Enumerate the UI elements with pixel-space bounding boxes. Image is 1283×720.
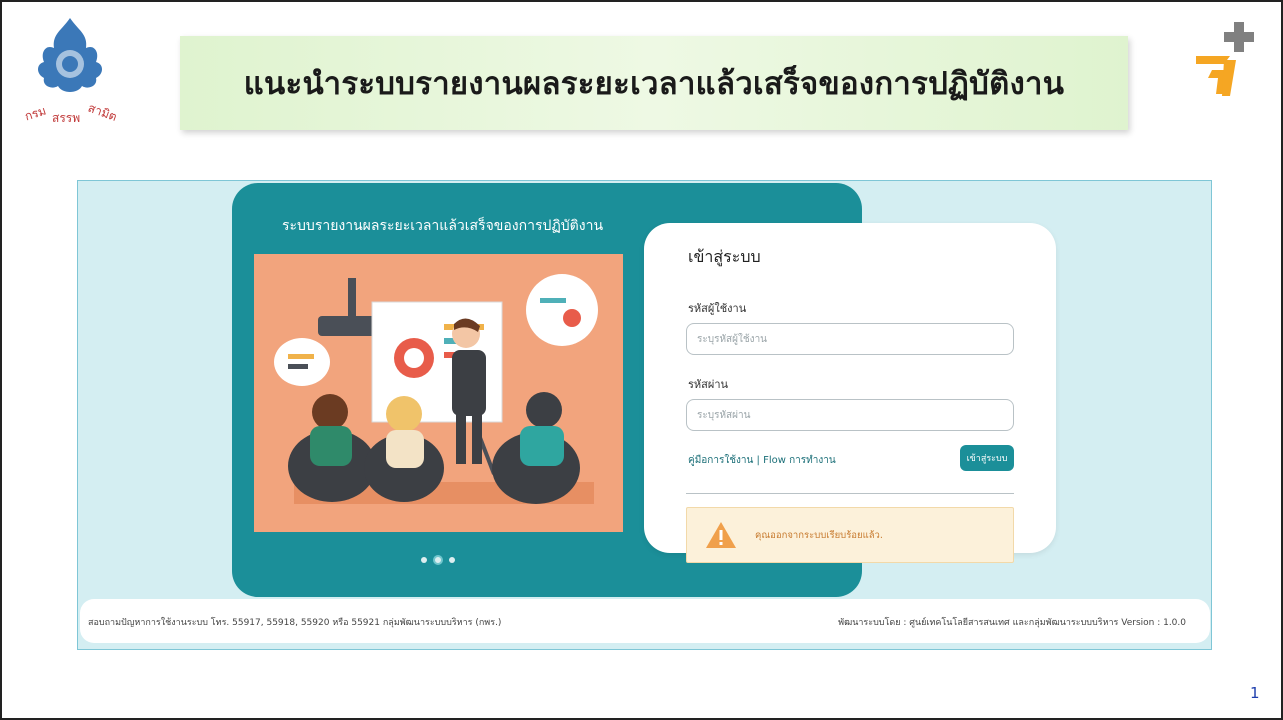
password-input[interactable] (686, 399, 1014, 431)
warning-icon (706, 522, 736, 548)
carousel-dot[interactable] (449, 557, 455, 563)
username-label: รหัสผู้ใช้งาน (688, 302, 747, 315)
svg-text:สามิต: สามิต (86, 101, 119, 124)
plus-brand-logo (1196, 22, 1254, 96)
user-manual-link[interactable]: คู่มือการใช้งาน (688, 455, 753, 466)
username-input[interactable] (686, 323, 1014, 355)
slide-title: แนะนำระบบรายงานผลระยะเวลาแล้วเสร็จของการ… (243, 66, 1065, 102)
carousel-indicator (421, 555, 455, 565)
excise-department-seal-logo: กรม สรรพ สามิต (23, 18, 119, 125)
help-links: คู่มือการใช้งาน | Flow การทำงาน (688, 453, 836, 468)
alert-message: คุณออกจากระบบเรียบร้อยแล้ว. (755, 530, 883, 541)
login-title: เข้าสู่ระบบ (688, 247, 761, 266)
login-card: เข้าสู่ระบบ รหัสผู้ใช้งาน รหัสผ่าน คู่มื… (644, 223, 1056, 553)
app-footer: สอบถามปัญหาการใช้งานระบบ โทร. 55917, 559… (80, 599, 1210, 643)
presentation-illustration (254, 254, 623, 532)
footer-version-text: พัฒนาระบบโดย : ศูนย์เทคโนโลยีสารสนเทศ แล… (838, 618, 1186, 628)
app-screenshot: ระบบรายงานผลระยะเวลาแล้วเสร็จของการปฏิบั… (77, 180, 1212, 650)
slide-title-banner: แนะนำระบบรายงานผลระยะเวลาแล้วเสร็จของการ… (180, 36, 1128, 130)
flow-link[interactable]: Flow การทำงาน (763, 455, 836, 466)
svg-text:สรรพ: สรรพ (52, 111, 80, 125)
password-label: รหัสผ่าน (688, 378, 729, 391)
footer-contact-text: สอบถามปัญหาการใช้งานระบบ โทร. 55917, 559… (88, 618, 502, 628)
login-button[interactable]: เข้าสู่ระบบ (960, 445, 1014, 471)
carousel-dot[interactable] (421, 557, 427, 563)
logout-alert: คุณออกจากระบบเรียบร้อยแล้ว. (686, 507, 1014, 563)
svg-text:กรม: กรม (23, 103, 48, 123)
divider (686, 493, 1014, 494)
page-number: 1 (1250, 684, 1260, 702)
carousel-dot-active[interactable] (433, 555, 443, 565)
link-separator: | (756, 455, 760, 466)
app-header-title: ระบบรายงานผลระยะเวลาแล้วเสร็จของการปฏิบั… (282, 218, 604, 234)
